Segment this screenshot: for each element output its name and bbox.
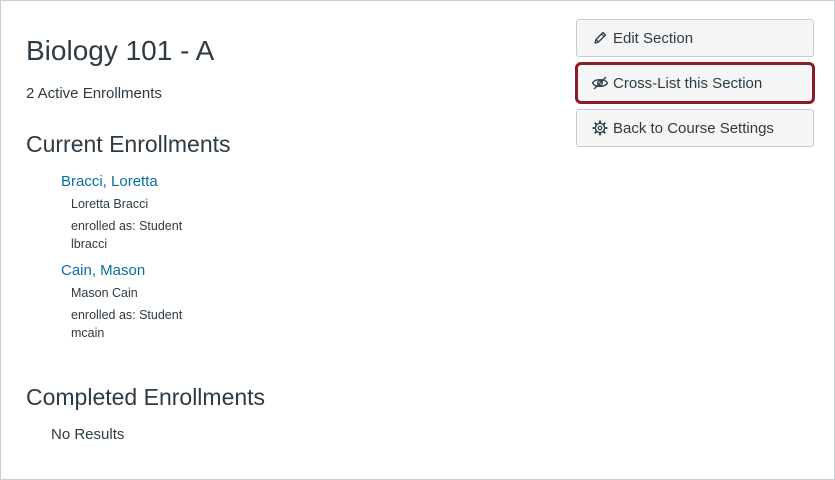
enrollment-user-link[interactable]: Cain, Mason <box>61 261 361 280</box>
current-enrollments-heading: Current Enrollments <box>26 131 231 157</box>
edit-section-button[interactable]: Edit Section <box>576 19 814 57</box>
enrollment-user-name: Mason Cain <box>71 286 138 300</box>
gear-icon <box>591 119 609 137</box>
list-item: Bracci, Loretta Loretta Bracci enrolled … <box>61 172 361 253</box>
list-item: Cain, Mason Mason Cain enrolled as: Stud… <box>61 261 361 342</box>
cross-list-section-button[interactable]: Cross-List this Section <box>576 64 814 102</box>
back-to-course-settings-label: Back to Course Settings <box>613 119 774 137</box>
enrollment-login-id: lbracci <box>71 237 108 251</box>
eye-slash-icon <box>591 74 609 92</box>
current-enrollments-list: Bracci, Loretta Loretta Bracci enrolled … <box>61 172 361 350</box>
active-enrollments-count: 2 Active Enrollments <box>26 85 162 102</box>
no-results-text: No Results <box>51 426 125 443</box>
enrollment-user-link[interactable]: Bracci, Loretta <box>61 172 361 191</box>
pencil-icon <box>591 29 609 47</box>
cross-list-section-label: Cross-List this Section <box>613 74 763 92</box>
back-to-course-settings-button[interactable]: Back to Course Settings <box>576 109 814 147</box>
completed-enrollments-heading: Completed Enrollments <box>26 384 266 410</box>
edit-section-label: Edit Section <box>613 29 694 47</box>
page-title: Biology 101 - A <box>26 35 215 66</box>
enrollment-role: enrolled as: Student <box>71 219 183 233</box>
enrollment-role: enrolled as: Student <box>71 308 183 322</box>
enrollment-login-id: mcain <box>71 326 105 340</box>
page-frame: Biology 101 - A 2 Active Enrollments Cur… <box>0 0 835 480</box>
enrollment-user-name: Loretta Bracci <box>71 197 149 211</box>
